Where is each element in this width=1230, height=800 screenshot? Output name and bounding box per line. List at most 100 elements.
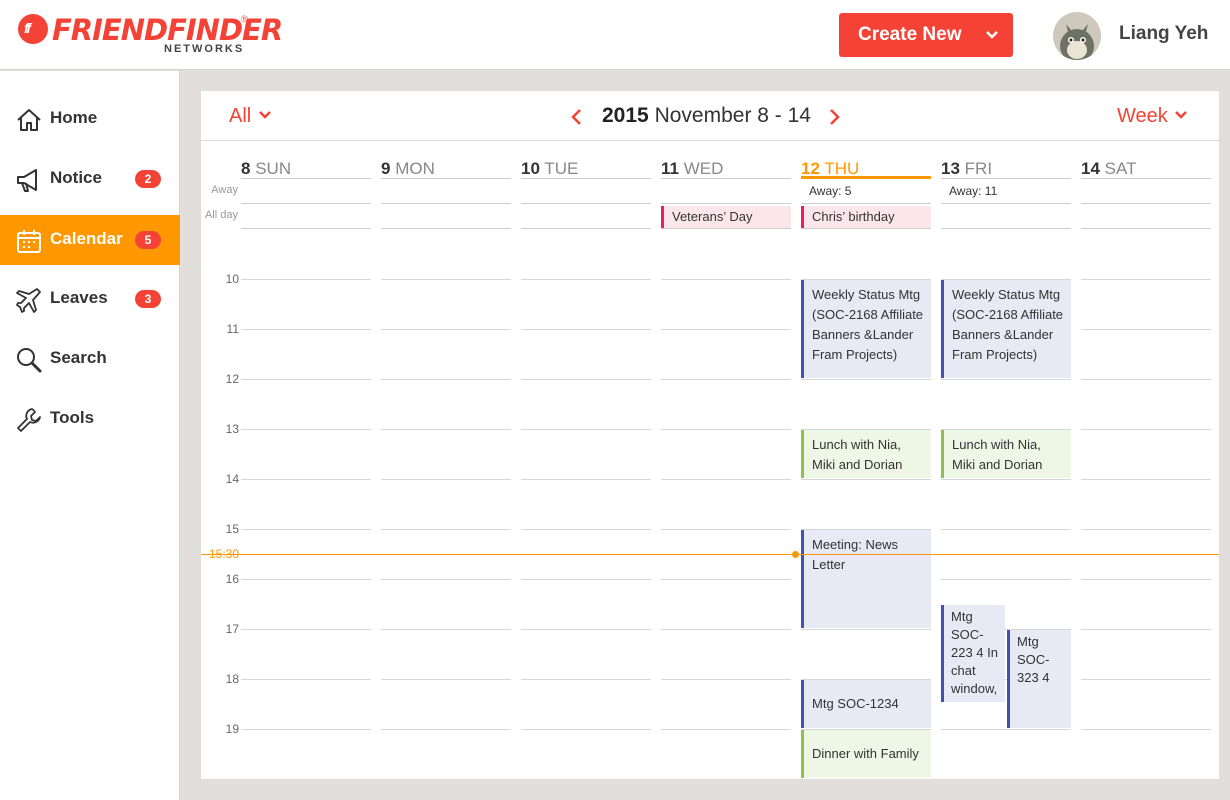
filter-dropdown[interactable]: All [229, 105, 273, 128]
hour-label: 17 [225, 622, 239, 636]
day-name: THU [824, 159, 860, 178]
allday-row-label: All day [204, 209, 238, 221]
hour-gridline [1081, 379, 1211, 380]
chevron-down-icon [257, 105, 273, 127]
hour-gridline [661, 579, 791, 580]
event-weekly-status-mtg[interactable]: Weekly Status Mtg (SOC-2168 Affiliate Ba… [801, 280, 931, 378]
app-header: ff FRIENDFINDER ® NETWORKS Create New Li… [0, 0, 1230, 70]
allday-event-birthday[interactable]: Chris’ birthday [801, 206, 931, 228]
sidebar-item-home[interactable]: Home [0, 94, 180, 144]
hour-gridline [941, 729, 1071, 730]
hour-gridline [241, 579, 371, 580]
sidebar-item-calendar[interactable]: Calendar 5 [0, 215, 180, 265]
chevron-down-icon [1173, 105, 1189, 127]
day-name: TUE [544, 159, 579, 178]
hour-gridline [381, 479, 511, 480]
hour-gridline [1081, 579, 1211, 580]
event-lunch[interactable]: Lunch with Nia, Miki and Dorian [801, 430, 931, 478]
create-new-label: Create New [858, 24, 962, 45]
hour-gridline [381, 679, 511, 680]
hour-gridline [1081, 329, 1211, 330]
hour-gridline [661, 379, 791, 380]
hour-label: 16 [225, 572, 239, 586]
home-icon [15, 106, 43, 134]
event-dinner[interactable]: Dinner with Family [801, 730, 931, 778]
event-mtg-soc-2234[interactable]: Mtg SOC-223 4 In chat window, ... [941, 605, 1005, 702]
allday-cell: Chris’ birthday [801, 204, 931, 229]
filter-label: All [229, 105, 252, 127]
hour-gridline [381, 729, 511, 730]
event-newsletter-meeting[interactable]: Meeting: News Letter [801, 530, 931, 628]
day-name: MON [395, 159, 435, 178]
sidebar-item-search[interactable]: Search [0, 334, 180, 384]
hour-gridline [521, 329, 651, 330]
hour-gridline [241, 379, 371, 380]
view-dropdown[interactable]: Week [1117, 105, 1189, 128]
event-mtg-soc-3234[interactable]: Mtg SOC-323 4 [1007, 630, 1071, 728]
hour-gridline [661, 429, 791, 430]
hour-label: 10 [225, 272, 239, 286]
hour-label: 18 [225, 672, 239, 686]
current-time-line [201, 554, 1219, 555]
sidebar-item-label: Notice [50, 168, 102, 187]
hour-gridline [521, 479, 651, 480]
day-header[interactable]: 13 FRI [941, 159, 1071, 179]
hour-gridline [661, 629, 791, 630]
hour-gridline [801, 379, 931, 380]
sidebar-item-leaves[interactable]: Leaves 3 [0, 274, 180, 324]
day-number: 9 [381, 159, 391, 178]
calendar-count-badge: 5 [135, 231, 161, 249]
hour-gridline [241, 729, 371, 730]
leaves-count-badge: 3 [135, 290, 161, 308]
day-name: WED [683, 159, 724, 178]
day-header[interactable]: 8 SUN [241, 159, 371, 179]
allday-cell [941, 204, 1071, 229]
sidebar-item-tools[interactable]: Tools [0, 394, 180, 444]
view-label: Week [1117, 105, 1168, 127]
hour-gridline [941, 579, 1071, 580]
hour-gridline [521, 729, 651, 730]
hour-gridline [381, 379, 511, 380]
next-week-button[interactable] [828, 107, 842, 132]
create-new-button[interactable]: Create New [839, 13, 1013, 57]
allday-event-veterans-day[interactable]: Veterans’ Day [661, 206, 791, 228]
logo-subtitle: NETWORKS [164, 43, 245, 55]
sidebar-item-label: Leaves [50, 288, 108, 307]
sidebar-item-label: Calendar [50, 229, 123, 248]
hour-gridline [661, 479, 791, 480]
sidebar: Home Notice 2 Calendar 5 Leaves 3 Search… [0, 71, 180, 800]
sidebar-item-notice[interactable]: Notice 2 [0, 154, 180, 204]
hour-gridline [381, 579, 511, 580]
hour-gridline [381, 429, 511, 430]
hour-gridline [241, 679, 371, 680]
day-header-today[interactable]: 12 THU [801, 159, 931, 179]
current-time-dot [792, 551, 799, 558]
hour-gridline [521, 679, 651, 680]
event-mtg-soc-1234[interactable]: Mtg SOC-1234 [801, 680, 931, 728]
event-lunch[interactable]: Lunch with Nia, Miki and Dorian [941, 430, 1071, 478]
search-icon [15, 346, 43, 374]
day-name: SAT [1104, 159, 1137, 178]
day-header[interactable]: 11 WED [661, 159, 791, 179]
hour-gridline [241, 329, 371, 330]
away-cell [1081, 181, 1211, 204]
hour-gridline [241, 529, 371, 530]
hour-gridline [801, 629, 931, 630]
calendar-icon [15, 227, 43, 255]
hour-gridline [661, 729, 791, 730]
day-header[interactable]: 9 MON [381, 159, 511, 179]
event-weekly-status-mtg[interactable]: Weekly Status Mtg (SOC-2168 Affiliate Ba… [941, 280, 1071, 378]
avatar[interactable] [1053, 12, 1101, 60]
sidebar-item-label: Tools [50, 408, 95, 427]
away-count[interactable]: Away: 5 [801, 181, 931, 204]
away-cell [381, 181, 511, 204]
year-label: 2015 [602, 104, 649, 127]
day-header[interactable]: 10 TUE [521, 159, 651, 179]
day-header[interactable]: 14 SAT [1081, 159, 1211, 179]
hour-label: 12 [225, 372, 239, 386]
megaphone-icon [15, 166, 43, 194]
hour-gridline [381, 329, 511, 330]
user-name[interactable]: Liang Yeh [1119, 23, 1208, 45]
away-count[interactable]: Away: 11 [941, 181, 1071, 204]
previous-week-button[interactable] [569, 107, 583, 132]
